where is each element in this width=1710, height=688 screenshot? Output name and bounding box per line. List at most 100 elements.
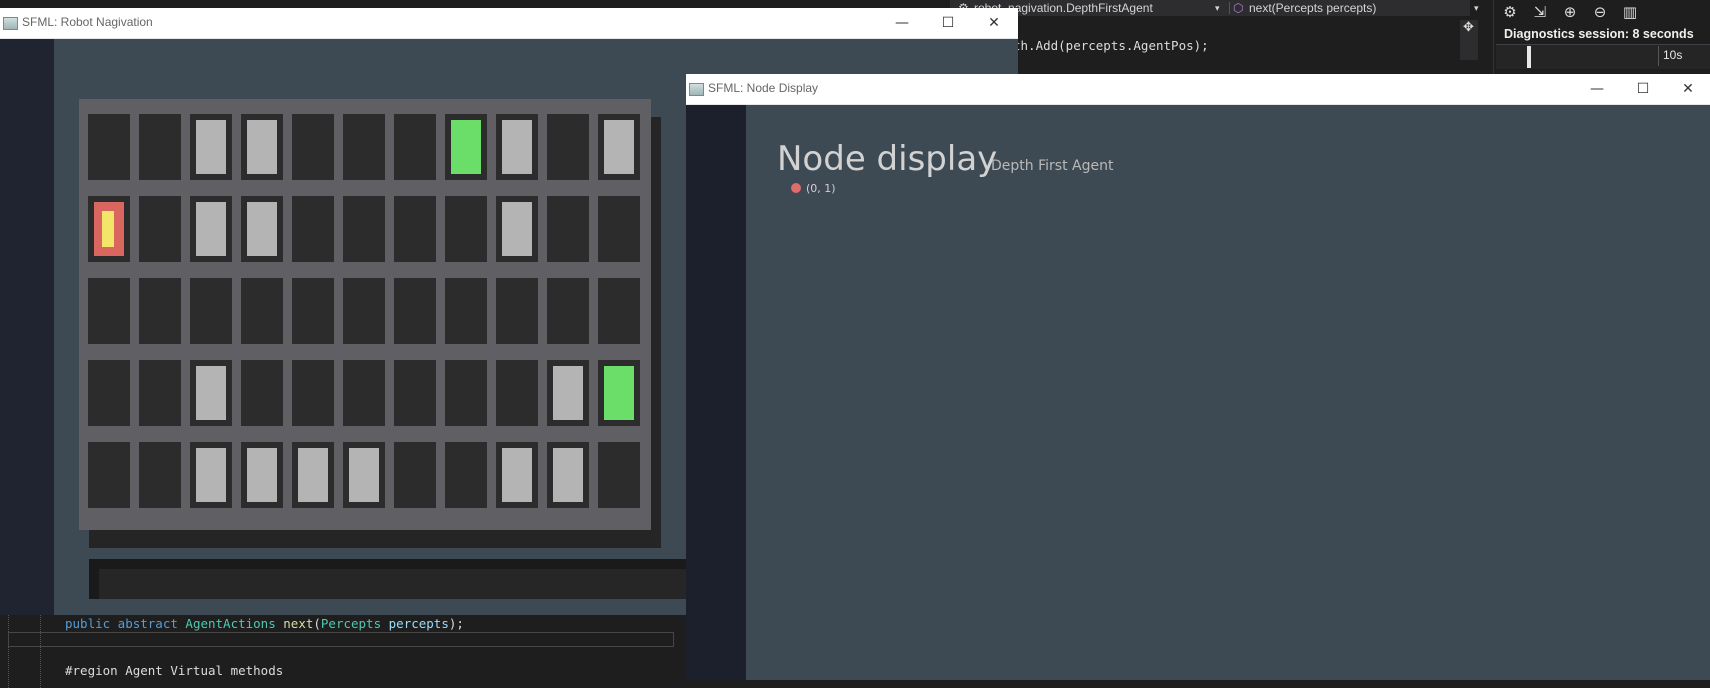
goal-block <box>451 120 481 174</box>
zoom-out-icon[interactable]: ⊖ <box>1590 3 1610 21</box>
minimize-button[interactable]: — <box>1575 77 1619 101</box>
grid-cell-empty <box>139 278 181 344</box>
code-line: th.Add(percepts.AgentPos); <box>1013 38 1209 53</box>
chevron-down-icon[interactable]: ▾ <box>1215 0 1220 16</box>
grid-cell-wall <box>292 442 334 508</box>
timeline-scale-label: 10s <box>1663 48 1683 62</box>
nav-method-dropdown[interactable]: next(Percepts percepts) <box>1249 0 1376 16</box>
code-line: public abstract AgentActions next(Percep… <box>65 616 464 631</box>
wall-block <box>196 448 226 502</box>
split-icon: ✥ <box>1463 20 1474 35</box>
grid-cell-empty <box>343 114 385 180</box>
grid-cell-wall <box>190 442 232 508</box>
zoom-in-icon[interactable]: ⊕ <box>1560 3 1580 21</box>
maximize-button[interactable]: ☐ <box>926 11 970 35</box>
reset-zoom-icon[interactable]: ▥ <box>1620 3 1640 21</box>
grid-cell-empty <box>445 196 487 262</box>
grid-cell-wall <box>496 196 538 262</box>
close-button[interactable]: ✕ <box>1666 77 1710 101</box>
grid-cell-wall <box>190 114 232 180</box>
ide-navigation-bar: ⚙ robot_nagivation.DepthFirstAgent ▾ ⬡ n… <box>950 0 1479 16</box>
grid-cell-empty <box>139 196 181 262</box>
app-icon <box>689 83 704 96</box>
grid-cell-wall <box>547 442 589 508</box>
grid-cell-wall <box>190 196 232 262</box>
method-icon: ⬡ <box>1233 1 1244 15</box>
wall-block <box>349 448 379 502</box>
code-editor-bottom-strip <box>690 680 1710 688</box>
title-bar[interactable]: SFML: Robot Nagivation — ☐ ✕ <box>0 8 1018 39</box>
timeline-cursor[interactable] <box>1527 46 1531 68</box>
agent-name: Depth First Agent <box>991 158 1114 174</box>
title-bar[interactable]: SFML: Node Display — ☐ ✕ <box>686 74 1710 105</box>
grid-cell-empty <box>343 278 385 344</box>
status-bar-inner <box>99 569 694 599</box>
grid-cell-wall <box>496 442 538 508</box>
grid-cell-empty <box>343 360 385 426</box>
window-title: SFML: Robot Nagivation <box>22 15 153 29</box>
grid-cell-empty <box>88 114 130 180</box>
grid-cell-empty <box>139 442 181 508</box>
diagnostics-session-title: Diagnostics session: 8 seconds <box>1504 27 1694 41</box>
wall-block <box>247 202 277 256</box>
left-strip <box>0 39 54 615</box>
grid-cell-empty <box>292 196 334 262</box>
grid-cell-wall <box>496 114 538 180</box>
code-gutter <box>0 615 60 688</box>
grid-cell-empty <box>139 360 181 426</box>
grid-cell-empty <box>445 442 487 508</box>
grid-cell-wall <box>241 114 283 180</box>
node-display-window: SFML: Node Display — ☐ ✕ Node display De… <box>686 74 1710 680</box>
grid-cell-wall <box>598 114 640 180</box>
grid-cell-wall <box>547 360 589 426</box>
window-title: SFML: Node Display <box>708 81 819 95</box>
split-handle[interactable]: ✥ <box>1460 20 1478 60</box>
node-label: (0, 1) <box>806 182 836 195</box>
grid-cell-goal <box>598 360 640 426</box>
grid-cell-empty <box>292 360 334 426</box>
grid-cell-wall <box>190 360 232 426</box>
grid-cell-empty <box>292 114 334 180</box>
code-editor-bottom[interactable]: public abstract AgentActions next(Percep… <box>0 615 690 688</box>
grid-cell-wall <box>343 442 385 508</box>
wall-block <box>196 202 226 256</box>
grid-cell-empty <box>547 196 589 262</box>
left-strip <box>686 105 746 680</box>
grid-cell-empty <box>547 114 589 180</box>
wall-block <box>553 448 583 502</box>
grid-cell-empty <box>394 278 436 344</box>
chevron-down-icon[interactable]: ▾ <box>1474 0 1479 16</box>
export-icon[interactable]: ⇲ <box>1530 3 1550 21</box>
grid-cell-empty <box>139 114 181 180</box>
minimize-button[interactable]: — <box>880 11 924 35</box>
wall-block <box>502 120 532 174</box>
grid-cell-empty <box>445 360 487 426</box>
close-button[interactable]: ✕ <box>972 11 1016 35</box>
agent-block <box>94 202 124 256</box>
navigation-grid <box>79 99 651 530</box>
grid-cell-goal <box>445 114 487 180</box>
grid-cell-empty <box>88 278 130 344</box>
grid-cell-empty <box>598 442 640 508</box>
wall-block <box>298 448 328 502</box>
grid-cell-empty <box>598 278 640 344</box>
wall-block <box>502 202 532 256</box>
settings-icon[interactable]: ⚙ <box>1500 3 1520 21</box>
wall-block <box>247 448 277 502</box>
grid-cell-empty <box>496 278 538 344</box>
grid-cell-empty <box>394 114 436 180</box>
wall-block <box>196 366 226 420</box>
grid-cell-empty <box>394 442 436 508</box>
grid-cell-empty <box>292 278 334 344</box>
grid-cell-empty <box>241 278 283 344</box>
grid-cell-empty <box>190 278 232 344</box>
wall-block <box>502 448 532 502</box>
grid-cell-agent <box>88 196 130 262</box>
current-line-highlight <box>8 632 674 647</box>
grid-cell-wall <box>241 442 283 508</box>
node-display-heading: Node display <box>777 139 998 179</box>
grid-cell-empty <box>241 360 283 426</box>
code-line-region: #region Agent Virtual methods <box>65 663 284 678</box>
maximize-button[interactable]: ☐ <box>1621 77 1665 101</box>
wall-block <box>604 120 634 174</box>
